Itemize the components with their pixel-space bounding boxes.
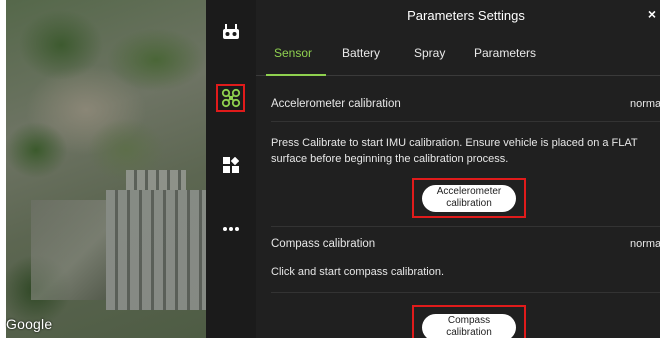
- compass-description: Click and start compass calibration.: [271, 266, 445, 278]
- divider: [271, 226, 660, 227]
- apps-grid-icon[interactable]: [206, 157, 256, 173]
- satellite-map[interactable]: [6, 0, 206, 338]
- button-label-line1: Accelerometer: [436, 186, 502, 197]
- map-terrain: [31, 200, 106, 300]
- button-label-line1: Compass: [447, 315, 491, 326]
- compass-calibration-button[interactable]: Compass calibration: [422, 313, 516, 338]
- button-label-line2: calibration: [446, 327, 492, 338]
- tab-sensor[interactable]: Sensor: [274, 46, 312, 60]
- drone-icon-highlight[interactable]: [216, 84, 245, 112]
- accelerometer-calibration-button[interactable]: Accelerometer calibration: [422, 184, 516, 212]
- close-icon[interactable]: ×: [648, 6, 656, 22]
- accelerometer-button-highlight: Accelerometer calibration: [412, 178, 526, 218]
- accelerometer-label: Accelerometer calibration: [271, 98, 401, 110]
- drone-icon: [221, 88, 240, 108]
- tab-spray[interactable]: Spray: [414, 46, 445, 60]
- more-icon[interactable]: [206, 226, 256, 232]
- compass-label: Compass calibration: [271, 238, 376, 250]
- map-buildings: [106, 190, 206, 310]
- tab-parameters[interactable]: Parameters: [474, 46, 536, 60]
- remote-controller-icon[interactable]: [206, 24, 256, 40]
- tab-bar: Sensor Battery Spray Parameters: [256, 40, 660, 76]
- panel-title: Parameters Settings: [407, 8, 525, 23]
- icon-rail: [206, 0, 256, 338]
- button-label-line2: calibration: [446, 198, 492, 209]
- divider: [271, 121, 660, 122]
- compass-status: norma: [630, 238, 660, 250]
- compass-button-highlight: Compass calibration: [412, 305, 526, 338]
- divider: [271, 292, 660, 293]
- active-tab-indicator: [266, 74, 326, 76]
- accelerometer-description: Press Calibrate to start IMU calibration…: [271, 137, 638, 165]
- parameters-settings-panel: Parameters Settings × Sensor Battery Spr…: [256, 0, 660, 338]
- accelerometer-status: norma: [630, 98, 660, 110]
- map-attribution: Google: [6, 316, 53, 332]
- tab-battery[interactable]: Battery: [342, 46, 380, 60]
- map-buildings: [126, 170, 186, 190]
